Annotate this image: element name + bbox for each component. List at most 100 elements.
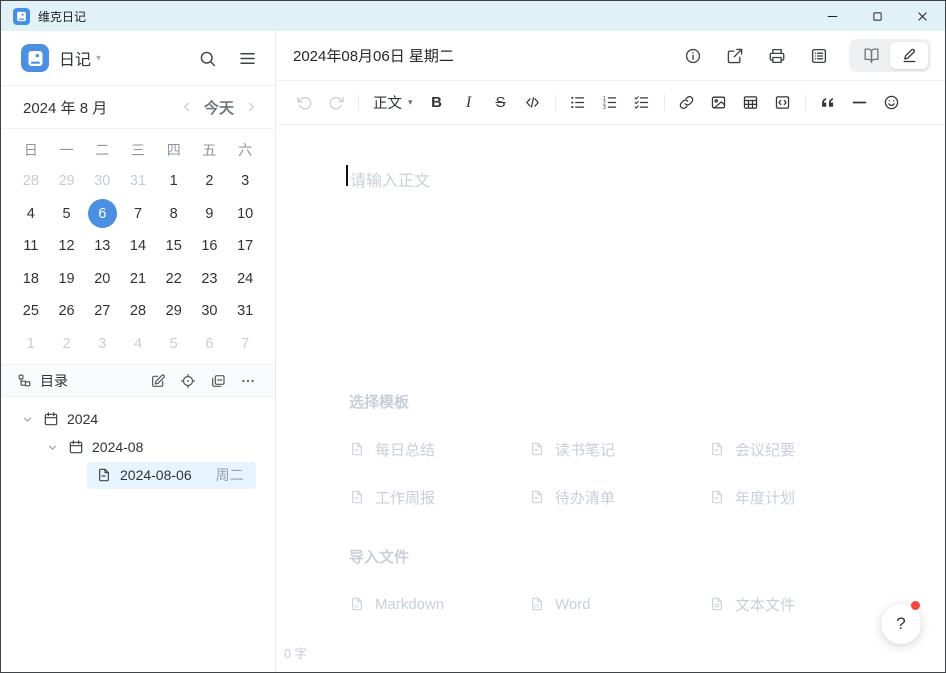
calendar-day[interactable]: 27 <box>84 295 120 328</box>
calendar-day[interactable]: 4 <box>120 328 156 361</box>
calendar-day[interactable]: 6 <box>192 328 228 361</box>
notebook-caret-icon[interactable]: ▾ <box>96 53 101 64</box>
calendar-day[interactable]: 8 <box>156 198 192 231</box>
directory-title: 目录 <box>40 371 68 391</box>
calendar-day[interactable]: 9 <box>192 198 228 231</box>
notebook-switcher[interactable]: 日记 <box>59 46 91 70</box>
calendar-day[interactable]: 18 <box>13 263 49 296</box>
share-button[interactable] <box>719 40 751 72</box>
help-button[interactable]: ? <box>881 604 921 644</box>
calendar-day[interactable]: 12 <box>49 230 85 263</box>
import-item[interactable]: MMarkdown <box>349 592 529 616</box>
calendar-day[interactable]: 2 <box>192 165 228 198</box>
calendar-day[interactable]: 1 <box>13 328 49 361</box>
import-item[interactable]: WWord <box>529 592 709 616</box>
calendar-day[interactable]: 31 <box>120 165 156 198</box>
template-item[interactable]: 每日总结 <box>349 437 529 461</box>
search-button[interactable] <box>195 46 219 70</box>
link-button[interactable] <box>673 89 701 117</box>
table-button[interactable] <box>737 89 765 117</box>
read-mode-button[interactable] <box>852 42 890 69</box>
calendar-day[interactable]: 16 <box>192 230 228 263</box>
calendar-day[interactable]: 11 <box>13 230 49 263</box>
editor-area[interactable]: 请输入正文 选择模板 每日总结读书笔记会议纪要工作周报待办清单年度计划 导入文件… <box>276 125 945 672</box>
caret-down-icon: ▾ <box>408 97 413 108</box>
import-item[interactable]: 文本文件 <box>709 592 889 616</box>
next-month-icon[interactable] <box>243 99 259 115</box>
bold-button[interactable]: B <box>423 89 451 117</box>
outline-button[interactable] <box>803 40 835 72</box>
italic-button[interactable]: I <box>455 89 483 117</box>
calendar-day[interactable]: 22 <box>156 263 192 296</box>
calendar-day[interactable]: 20 <box>84 263 120 296</box>
close-button[interactable] <box>900 1 945 31</box>
edit-mode-button[interactable] <box>890 42 928 69</box>
menu-button[interactable] <box>235 46 259 70</box>
bullet-list-button[interactable] <box>564 89 592 117</box>
check-list-button[interactable] <box>628 89 656 117</box>
calendar-day[interactable]: 2 <box>49 328 85 361</box>
quote-button[interactable] <box>814 89 842 117</box>
calendar-day[interactable]: 21 <box>120 263 156 296</box>
calendar-day[interactable]: 30 <box>84 165 120 198</box>
calendar-day[interactable]: 28 <box>120 295 156 328</box>
strikethrough-button[interactable]: S <box>487 89 515 117</box>
calendar-day[interactable]: 24 <box>227 263 263 296</box>
template-item[interactable]: 工作周报 <box>349 485 529 509</box>
tree-item[interactable]: 2024-08-06周二 <box>87 461 275 489</box>
redo-button[interactable] <box>322 89 350 117</box>
calendar-day[interactable]: 29 <box>156 295 192 328</box>
template-item[interactable]: 待办清单 <box>529 485 709 509</box>
calendar-day[interactable]: 7 <box>120 198 156 231</box>
calendar-day[interactable]: 7 <box>227 328 263 361</box>
calendar-day[interactable]: 5 <box>49 198 85 231</box>
chevron-down-icon[interactable] <box>21 413 34 426</box>
ordered-list-button[interactable]: 123 <box>596 89 624 117</box>
image-button[interactable] <box>705 89 733 117</box>
text-file-icon <box>709 596 725 612</box>
undo-button[interactable] <box>290 89 318 117</box>
prev-month-icon[interactable] <box>179 99 195 115</box>
calendar-day[interactable]: 3 <box>84 328 120 361</box>
new-note-button[interactable] <box>147 370 169 392</box>
horizontal-rule-button[interactable] <box>846 89 874 117</box>
template-item[interactable]: 会议纪要 <box>709 437 889 461</box>
chevron-down-icon[interactable] <box>46 441 59 454</box>
pick-item-label: 每日总结 <box>375 439 435 460</box>
calendar-day[interactable]: 17 <box>227 230 263 263</box>
maximize-button[interactable] <box>855 1 900 31</box>
print-button[interactable] <box>761 40 793 72</box>
tree-item[interactable]: 2024 <box>21 405 275 433</box>
calendar-day[interactable]: 5 <box>156 328 192 361</box>
calendar-day[interactable]: 31 <box>227 295 263 328</box>
locate-button[interactable] <box>177 370 199 392</box>
tree-item[interactable]: 2024-08 <box>46 433 275 461</box>
code-block-button[interactable] <box>769 89 797 117</box>
calendar-day[interactable]: 3 <box>227 165 263 198</box>
paragraph-style-dropdown[interactable]: 正文▾ <box>367 89 419 117</box>
template-item[interactable]: 读书笔记 <box>529 437 709 461</box>
calendar-day[interactable]: 10 <box>227 198 263 231</box>
calendar-day[interactable]: 6 <box>84 198 120 231</box>
template-item[interactable]: 年度计划 <box>709 485 889 509</box>
emoji-button[interactable] <box>878 89 906 117</box>
calendar-day[interactable]: 14 <box>120 230 156 263</box>
calendar-day[interactable]: 15 <box>156 230 192 263</box>
calendar-day[interactable]: 30 <box>192 295 228 328</box>
today-button[interactable]: 今天 <box>204 97 234 118</box>
calendar-day[interactable]: 19 <box>49 263 85 296</box>
collapse-all-button[interactable] <box>207 370 229 392</box>
info-button[interactable] <box>677 40 709 72</box>
calendar-day[interactable]: 25 <box>13 295 49 328</box>
calendar-day[interactable]: 28 <box>13 165 49 198</box>
weekday-label: 一 <box>49 135 85 165</box>
inline-code-button[interactable] <box>519 89 547 117</box>
calendar-day[interactable]: 23 <box>192 263 228 296</box>
calendar-day[interactable]: 4 <box>13 198 49 231</box>
calendar-day[interactable]: 29 <box>49 165 85 198</box>
calendar-day[interactable]: 13 <box>84 230 120 263</box>
minimize-button[interactable] <box>810 1 855 31</box>
calendar-day[interactable]: 1 <box>156 165 192 198</box>
calendar-day[interactable]: 26 <box>49 295 85 328</box>
more-button[interactable] <box>237 370 259 392</box>
